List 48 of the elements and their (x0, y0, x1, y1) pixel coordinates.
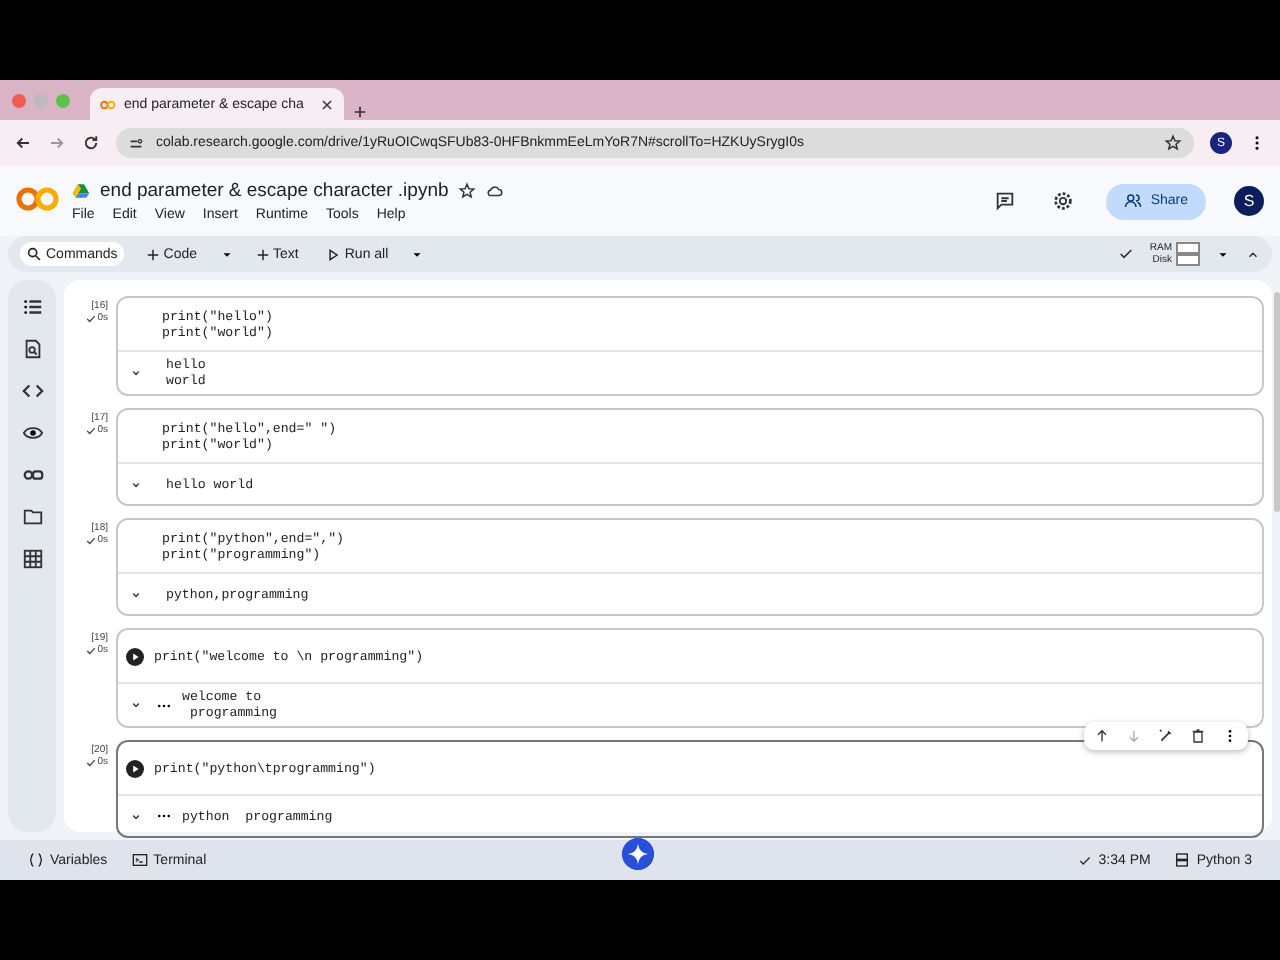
star-icon[interactable] (458, 182, 477, 200)
code-snippets-icon[interactable] (21, 380, 43, 402)
folder-icon[interactable] (21, 506, 43, 528)
table-icon[interactable] (21, 548, 43, 570)
cloud-icon[interactable] (486, 182, 505, 200)
back-icon[interactable] (14, 134, 32, 152)
scrollbar[interactable] (1274, 292, 1280, 512)
check-icon (85, 535, 96, 545)
run-cell-button[interactable] (126, 647, 144, 665)
eye-icon[interactable] (21, 422, 43, 444)
plus-icon (255, 247, 270, 261)
find-icon[interactable] (21, 338, 43, 360)
reload-icon[interactable] (82, 134, 100, 152)
server-icon (1174, 852, 1191, 868)
dropdown-icon[interactable] (219, 247, 234, 261)
table-of-contents-icon[interactable] (21, 296, 43, 318)
comment-icon[interactable] (994, 190, 1017, 212)
check-icon (85, 313, 96, 323)
dropdown-icon[interactable] (1216, 247, 1230, 261)
terminal-icon (131, 852, 148, 868)
close-icon[interactable] (319, 97, 334, 111)
people-icon (1124, 192, 1143, 210)
braces-icon (28, 852, 44, 868)
move-up-icon[interactable] (1094, 728, 1110, 744)
colab-favicon-icon (100, 99, 116, 109)
edit-icon[interactable] (1158, 728, 1174, 744)
site-settings-icon[interactable] (128, 135, 144, 151)
notebook-title[interactable]: end parameter & escape character .ipynb (100, 180, 449, 202)
plus-icon (145, 247, 160, 261)
delete-icon[interactable] (1190, 728, 1206, 744)
dropdown-icon[interactable] (410, 247, 425, 261)
output-menu-icon[interactable] (156, 812, 172, 820)
check-icon (85, 645, 96, 655)
collapse-icon[interactable] (1246, 247, 1260, 261)
drive-icon[interactable] (72, 182, 90, 200)
search-icon (26, 246, 42, 262)
play-icon (326, 247, 341, 261)
user-avatar[interactable]: S (1234, 186, 1264, 216)
connected-check-icon[interactable] (1117, 246, 1134, 262)
new-tab-icon[interactable] (351, 104, 368, 120)
settings-icon[interactable] (1052, 190, 1075, 212)
run-cell-button[interactable] (126, 759, 144, 777)
colab-logo[interactable] (16, 185, 60, 217)
connected-check-icon[interactable] (1078, 853, 1093, 867)
bookmark-star-icon[interactable] (1164, 134, 1182, 152)
check-icon (85, 757, 96, 767)
output-menu-icon[interactable] (156, 701, 172, 709)
check-icon (85, 425, 96, 435)
